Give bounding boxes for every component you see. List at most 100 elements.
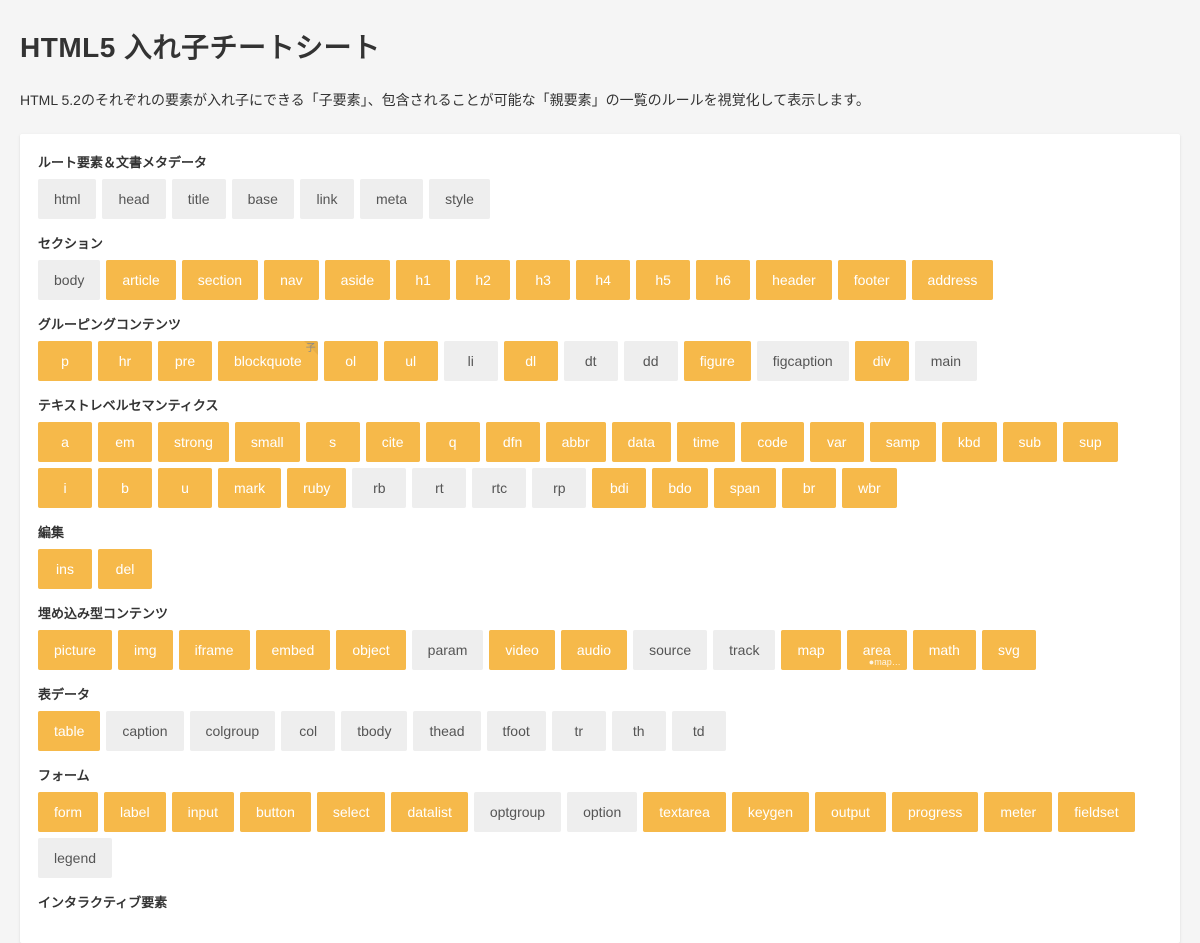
element-chip-q[interactable]: q [426, 422, 480, 462]
element-chip-track[interactable]: track [713, 630, 775, 670]
element-chip-tfoot[interactable]: tfoot [487, 711, 546, 751]
element-chip-samp[interactable]: samp [870, 422, 936, 462]
element-chip-input[interactable]: input [172, 792, 234, 832]
element-chip-td[interactable]: td [672, 711, 726, 751]
element-chip-s[interactable]: s [306, 422, 360, 462]
element-chip-head[interactable]: head [102, 179, 165, 219]
element-chip-dd[interactable]: dd [624, 341, 678, 381]
element-chip-table[interactable]: table [38, 711, 100, 751]
element-chip-dfn[interactable]: dfn [486, 422, 540, 462]
element-chip-ins[interactable]: ins [38, 549, 92, 589]
element-chip-del[interactable]: del [98, 549, 152, 589]
element-chip-iframe[interactable]: iframe [179, 630, 250, 670]
element-chip-caption[interactable]: caption [106, 711, 183, 751]
element-chip-u[interactable]: u [158, 468, 212, 508]
element-chip-link[interactable]: link [300, 179, 354, 219]
element-chip-output[interactable]: output [815, 792, 886, 832]
element-chip-wbr[interactable]: wbr [842, 468, 897, 508]
element-chip-figure[interactable]: figure [684, 341, 751, 381]
element-chip-progress[interactable]: progress [892, 792, 978, 832]
element-chip-a[interactable]: a [38, 422, 92, 462]
element-chip-header[interactable]: header [756, 260, 832, 300]
element-chip-object[interactable]: object [336, 630, 405, 670]
element-chip-th[interactable]: th [612, 711, 666, 751]
element-chip-div[interactable]: div [855, 341, 909, 381]
element-chip-time[interactable]: time [677, 422, 735, 462]
element-chip-em[interactable]: em [98, 422, 152, 462]
element-chip-math[interactable]: math [913, 630, 976, 670]
element-chip-param[interactable]: param [412, 630, 484, 670]
element-chip-hr[interactable]: hr [98, 341, 152, 381]
element-chip-rt[interactable]: rt [412, 468, 466, 508]
element-chip-ol[interactable]: ol [324, 341, 378, 381]
element-chip-small[interactable]: small [235, 422, 300, 462]
element-chip-fieldset[interactable]: fieldset [1058, 792, 1134, 832]
element-chip-p[interactable]: p [38, 341, 92, 381]
element-chip-bdi[interactable]: bdi [592, 468, 646, 508]
element-chip-tbody[interactable]: tbody [341, 711, 407, 751]
element-chip-blockquote[interactable]: blockquote子 [218, 341, 318, 381]
element-chip-optgroup[interactable]: optgroup [474, 792, 561, 832]
element-chip-ruby[interactable]: ruby [287, 468, 346, 508]
element-chip-svg[interactable]: svg [982, 630, 1036, 670]
element-chip-sub[interactable]: sub [1003, 422, 1058, 462]
element-chip-img[interactable]: img [118, 630, 173, 670]
element-chip-data[interactable]: data [612, 422, 671, 462]
element-chip-h2[interactable]: h2 [456, 260, 510, 300]
element-chip-picture[interactable]: picture [38, 630, 112, 670]
element-chip-i[interactable]: i [38, 468, 92, 508]
element-chip-source[interactable]: source [633, 630, 707, 670]
element-chip-dt[interactable]: dt [564, 341, 618, 381]
element-chip-br[interactable]: br [782, 468, 836, 508]
element-chip-map[interactable]: map [781, 630, 840, 670]
element-chip-col[interactable]: col [281, 711, 335, 751]
element-chip-form[interactable]: form [38, 792, 98, 832]
element-chip-colgroup[interactable]: colgroup [190, 711, 276, 751]
element-chip-address[interactable]: address [912, 260, 994, 300]
element-chip-dl[interactable]: dl [504, 341, 558, 381]
element-chip-textarea[interactable]: textarea [643, 792, 726, 832]
element-chip-article[interactable]: article [106, 260, 175, 300]
element-chip-li[interactable]: li [444, 341, 498, 381]
element-chip-span[interactable]: span [714, 468, 776, 508]
element-chip-audio[interactable]: audio [561, 630, 627, 670]
element-chip-abbr[interactable]: abbr [546, 422, 606, 462]
element-chip-style[interactable]: style [429, 179, 490, 219]
element-chip-pre[interactable]: pre [158, 341, 212, 381]
element-chip-sup[interactable]: sup [1063, 422, 1118, 462]
element-chip-rtc[interactable]: rtc [472, 468, 526, 508]
element-chip-body[interactable]: body [38, 260, 100, 300]
element-chip-h3[interactable]: h3 [516, 260, 570, 300]
element-chip-var[interactable]: var [810, 422, 864, 462]
element-chip-rp[interactable]: rp [532, 468, 586, 508]
element-chip-h4[interactable]: h4 [576, 260, 630, 300]
element-chip-datalist[interactable]: datalist [391, 792, 467, 832]
element-chip-option[interactable]: option [567, 792, 637, 832]
element-chip-meter[interactable]: meter [984, 792, 1052, 832]
element-chip-footer[interactable]: footer [838, 260, 906, 300]
element-chip-tr[interactable]: tr [552, 711, 606, 751]
element-chip-b[interactable]: b [98, 468, 152, 508]
element-chip-base[interactable]: base [232, 179, 294, 219]
element-chip-button[interactable]: button [240, 792, 311, 832]
element-chip-aside[interactable]: aside [325, 260, 390, 300]
element-chip-meta[interactable]: meta [360, 179, 423, 219]
element-chip-title[interactable]: title [172, 179, 226, 219]
element-chip-figcaption[interactable]: figcaption [757, 341, 849, 381]
element-chip-label[interactable]: label [104, 792, 166, 832]
element-chip-thead[interactable]: thead [413, 711, 480, 751]
element-chip-nav[interactable]: nav [264, 260, 319, 300]
element-chip-section[interactable]: section [182, 260, 258, 300]
element-chip-keygen[interactable]: keygen [732, 792, 809, 832]
element-chip-strong[interactable]: strong [158, 422, 229, 462]
element-chip-select[interactable]: select [317, 792, 386, 832]
element-chip-embed[interactable]: embed [256, 630, 331, 670]
element-chip-h6[interactable]: h6 [696, 260, 750, 300]
element-chip-code[interactable]: code [741, 422, 803, 462]
element-chip-area[interactable]: area●map… [847, 630, 907, 670]
element-chip-h5[interactable]: h5 [636, 260, 690, 300]
element-chip-cite[interactable]: cite [366, 422, 420, 462]
element-chip-legend[interactable]: legend [38, 838, 112, 878]
element-chip-kbd[interactable]: kbd [942, 422, 997, 462]
element-chip-main[interactable]: main [915, 341, 977, 381]
